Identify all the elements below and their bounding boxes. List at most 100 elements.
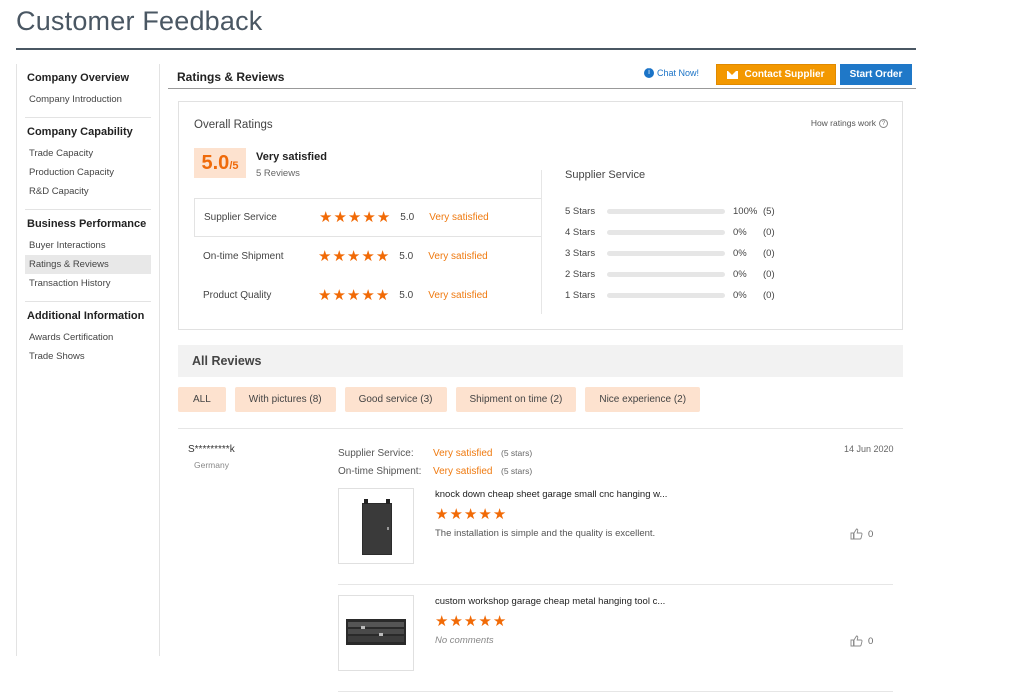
distribution-row: 3 Stars 0% (0) bbox=[565, 243, 775, 264]
distribution-percent: 100% bbox=[733, 206, 758, 217]
wall-cabinet-image bbox=[362, 499, 392, 555]
distribution-row: 4 Stars 0% (0) bbox=[565, 222, 775, 243]
distribution-percent: 0% bbox=[733, 290, 747, 301]
review-service-value: Very satisfied bbox=[433, 447, 493, 459]
star-icon: ★ bbox=[318, 287, 332, 304]
product-name[interactable]: custom workshop garage cheap metal hangi… bbox=[435, 596, 665, 607]
sidebar-item-trade-shows[interactable]: Trade Shows bbox=[25, 347, 151, 366]
sidebar-group-business-performance: Business Performance Buyer Interactions … bbox=[25, 210, 151, 302]
overall-score: 5.0 bbox=[201, 152, 230, 174]
like-count: 0 bbox=[868, 635, 874, 647]
distribution-percent: 0% bbox=[733, 248, 747, 259]
distribution-row: 2 Stars 0% (0) bbox=[565, 264, 775, 285]
sidebar-item-rd-capacity[interactable]: R&D Capacity bbox=[25, 182, 151, 201]
sidebar-item-trade-capacity[interactable]: Trade Capacity bbox=[25, 144, 151, 163]
distribution-label: 3 Stars bbox=[565, 248, 596, 259]
sidebar: Company Overview Company Introduction Co… bbox=[16, 64, 160, 656]
product-star-rating: ★ ★ ★ ★ ★ bbox=[435, 614, 506, 629]
subrating-row: Product Quality ★ ★ ★ ★ ★ 5.0 Very satisfied bbox=[194, 276, 542, 315]
review-divider bbox=[178, 428, 903, 429]
star-rating: ★ ★ ★ ★ ★ bbox=[318, 288, 389, 303]
star-icon: ★ bbox=[375, 287, 390, 304]
filter-all[interactable]: ALL bbox=[178, 387, 226, 412]
sidebar-heading: Business Performance bbox=[27, 218, 147, 230]
review-service-key: Supplier Service: bbox=[338, 447, 414, 459]
filter-shipment-on-time[interactable]: Shipment on time (2) bbox=[455, 387, 577, 412]
panel-divider bbox=[541, 170, 542, 314]
review-count: 5 Reviews bbox=[256, 168, 300, 179]
review-service-line: Supplier Service: Very satisfied (5 star… bbox=[338, 444, 532, 462]
all-reviews-header: All Reviews bbox=[178, 345, 903, 377]
how-ratings-work-label: How ratings work bbox=[810, 118, 876, 128]
like-button[interactable]: 0 bbox=[850, 528, 873, 540]
distribution-percent: 0% bbox=[733, 227, 747, 238]
review-service-stars: (5 stars) bbox=[501, 448, 533, 458]
overall-ratings-label: Overall Ratings bbox=[194, 119, 273, 131]
distribution-count: (0) bbox=[763, 269, 775, 280]
section-title: Ratings & Reviews bbox=[177, 70, 285, 84]
reviewed-product: custom workshop garage cheap metal hangi… bbox=[338, 595, 893, 692]
filter-good-service[interactable]: Good service (3) bbox=[344, 387, 447, 412]
star-icon: ★ bbox=[346, 248, 361, 265]
sidebar-item-transaction-history[interactable]: Transaction History bbox=[25, 274, 151, 293]
star-icon: ★ bbox=[463, 506, 478, 523]
star-rating: ★ ★ ★ ★ ★ bbox=[318, 249, 389, 264]
start-order-button[interactable]: Start Order bbox=[840, 64, 912, 85]
review-shipment-line: On-time Shipment: Very satisfied (5 star… bbox=[338, 462, 532, 480]
star-icon: ★ bbox=[333, 209, 347, 226]
distribution-count: (0) bbox=[763, 227, 775, 238]
tool-cabinet-image bbox=[346, 619, 406, 645]
star-icon: ★ bbox=[492, 506, 507, 523]
section-header: Ratings & Reviews i Chat Now! Contact Su… bbox=[168, 64, 916, 89]
distribution-count: (5) bbox=[763, 206, 775, 217]
product-thumbnail[interactable] bbox=[338, 595, 414, 671]
review-filters: ALL With pictures (8) Good service (3) S… bbox=[178, 387, 701, 412]
sidebar-item-buyer-interactions[interactable]: Buyer Interactions bbox=[25, 236, 151, 255]
distribution-bar bbox=[607, 209, 725, 214]
review-date: 14 Jun 2020 bbox=[844, 444, 894, 454]
chat-icon: i bbox=[644, 68, 654, 78]
distribution-row: 1 Stars 0% (0) bbox=[565, 285, 775, 306]
star-icon: ★ bbox=[449, 506, 463, 523]
product-thumbnail[interactable] bbox=[338, 488, 414, 564]
ratings-panel: Overall Ratings How ratings work ? 5.0 /… bbox=[178, 101, 903, 330]
star-icon: ★ bbox=[347, 209, 362, 226]
star-icon: ★ bbox=[346, 287, 361, 304]
subrating-value: 5.0 bbox=[400, 212, 415, 223]
distribution-percent: 0% bbox=[733, 269, 747, 280]
sidebar-item-ratings-reviews[interactable]: Ratings & Reviews bbox=[25, 255, 151, 274]
filter-nice-experience[interactable]: Nice experience (2) bbox=[585, 387, 701, 412]
chat-now-label: Chat Now! bbox=[657, 68, 700, 78]
sidebar-item-production-capacity[interactable]: Production Capacity bbox=[25, 163, 151, 182]
thumbs-up-icon bbox=[850, 635, 863, 647]
chat-now-link[interactable]: i Chat Now! bbox=[644, 68, 699, 78]
subrating-text: Very satisfied bbox=[428, 251, 488, 262]
star-icon: ★ bbox=[375, 248, 390, 265]
review-meta: Supplier Service: Very satisfied (5 star… bbox=[338, 444, 532, 480]
contact-supplier-label: Contact Supplier bbox=[744, 69, 825, 80]
distribution-label: 2 Stars bbox=[565, 269, 596, 280]
reviewer-country: Germany bbox=[194, 460, 229, 470]
star-icon: ★ bbox=[332, 287, 346, 304]
sidebar-item-company-introduction[interactable]: Company Introduction bbox=[25, 90, 151, 109]
subrating-label: Supplier Service bbox=[204, 212, 277, 223]
mail-icon bbox=[727, 70, 739, 79]
star-icon: ★ bbox=[361, 248, 375, 265]
review-shipment-value: Very satisfied bbox=[433, 465, 493, 477]
star-icon: ★ bbox=[478, 506, 492, 523]
star-icon: ★ bbox=[463, 613, 478, 630]
sidebar-item-awards-certification[interactable]: Awards Certification bbox=[25, 328, 151, 347]
sidebar-group-company-overview: Company Overview Company Introduction bbox=[25, 64, 151, 118]
sidebar-heading: Company Capability bbox=[27, 126, 133, 138]
supplier-service-title: Supplier Service bbox=[565, 169, 646, 181]
product-name[interactable]: knock down cheap sheet garage small cnc … bbox=[435, 489, 667, 500]
subrating-text: Very satisfied bbox=[428, 290, 488, 301]
star-icon: ★ bbox=[319, 209, 333, 226]
filter-with-pictures[interactable]: With pictures (8) bbox=[234, 387, 336, 412]
how-ratings-work-link[interactable]: How ratings work ? bbox=[811, 118, 888, 128]
distribution-count: (0) bbox=[763, 290, 775, 301]
star-icon: ★ bbox=[332, 248, 346, 265]
sidebar-heading: Additional Information bbox=[27, 310, 145, 322]
contact-supplier-button[interactable]: Contact Supplier bbox=[716, 64, 836, 85]
like-button[interactable]: 0 bbox=[850, 635, 873, 647]
